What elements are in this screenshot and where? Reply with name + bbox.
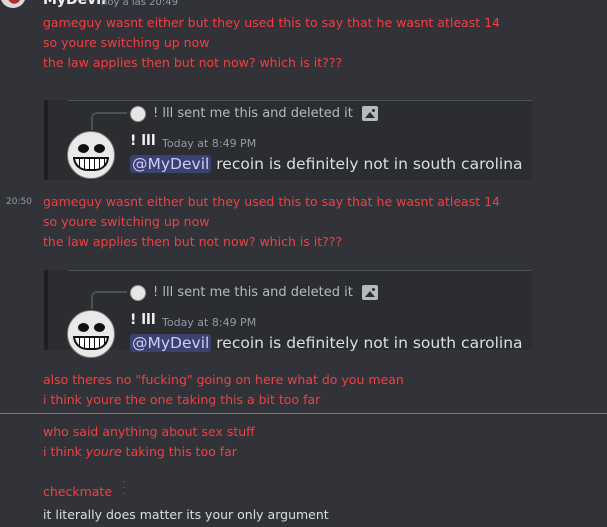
reply-connector [91,291,127,309]
image-icon [362,106,378,121]
quote-avatar[interactable] [67,310,115,358]
reply-preview[interactable]: ! lll sent me this and deleted it [153,285,353,300]
reply-avatar[interactable] [130,106,146,122]
reply-author[interactable]: ! lll [153,106,173,121]
more-options-icon[interactable]: · · · [119,478,129,500]
quote-body: @MyDevil recoin is definitely not in sou… [130,155,523,173]
reply-text: sent me this and deleted it [177,285,353,300]
quote-author[interactable]: ! lll [130,133,156,149]
new-messages-divider [0,413,607,414]
quote-avatar[interactable] [67,131,115,179]
username[interactable]: MyDevil [43,0,106,8]
message-text: i think [43,444,86,459]
message-line: so youre switching up now [43,214,210,229]
mention[interactable]: @MyDevil [130,334,212,352]
reply-text: sent me this and deleted it [177,106,353,121]
hover-timestamp: 20:50 [6,197,32,207]
message-line: also theres no "fucking" going on here w… [43,372,404,387]
message-text: taking this too far [121,444,237,459]
embed-divider [68,270,532,271]
embed-divider [68,100,532,101]
reply-author[interactable]: ! lll [153,285,173,300]
quote-timestamp: Today at 8:49 PM [162,137,257,150]
embed-bar [44,100,48,180]
quote-body: @MyDevil recoin is definitely not in sou… [130,334,523,352]
message-line: it literally does matter its your only a… [43,507,329,522]
message-line: i think youre taking this too far [43,444,237,460]
message-emphasis: youre [85,444,122,459]
mention[interactable]: @MyDevil [130,155,212,173]
image-icon [362,285,378,300]
message-line: gameguy wasnt either but they used this … [43,194,500,209]
message-timestamp: hoy a las 20:49 [101,0,178,8]
quote-text: recoin is definitely not in south caroli… [216,155,523,173]
reply-preview[interactable]: ! lll sent me this and deleted it [153,106,353,121]
quote-text: recoin is definitely not in south caroli… [216,334,523,352]
message-line: gameguy wasnt either but they used this … [43,15,500,30]
message-line: the law applies then but not now? which … [43,55,343,70]
message-line: so youre switching up now [43,35,210,50]
message-line: who said anything about sex stuff [43,424,255,439]
message-line: i think youre the one taking this a bit … [43,392,321,407]
message-line: the law applies then but not now? which … [43,234,343,249]
message-line: checkmate [43,484,113,499]
reply-connector [91,112,127,130]
embed-bar [44,270,48,350]
quote-timestamp: Today at 8:49 PM [162,316,257,329]
reply-avatar[interactable] [130,285,146,301]
quote-author[interactable]: ! lll [130,312,156,328]
avatar[interactable] [0,0,26,8]
